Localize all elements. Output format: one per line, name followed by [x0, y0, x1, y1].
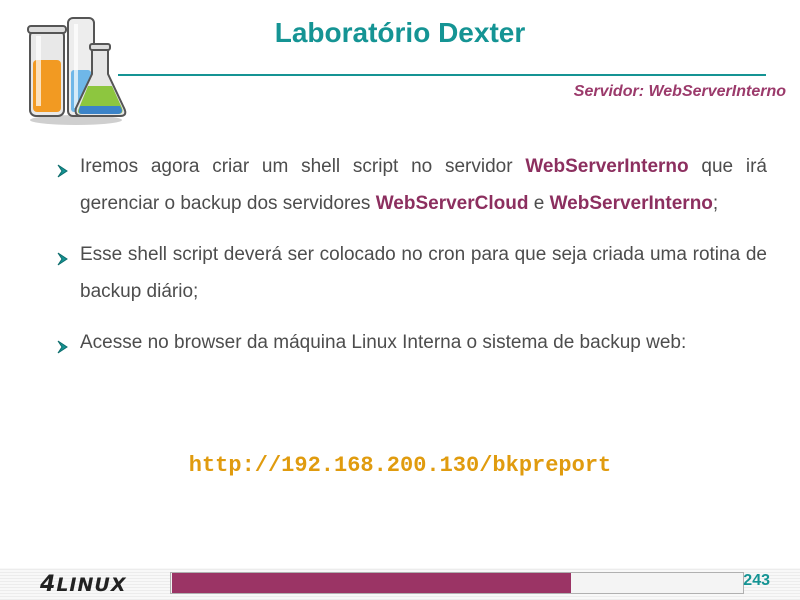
- lab-glassware-icon: [24, 8, 128, 126]
- footer: 4LINUX 243: [0, 568, 800, 600]
- brand-logo: 4LINUX: [40, 572, 127, 597]
- arrow-bullet-icon: [56, 243, 70, 266]
- server-name-highlight: WebServerInterno: [549, 193, 713, 214]
- server-label: Servidor: WebServerInterno: [573, 83, 786, 100]
- bullet-item: Iremos agora criar um shell script no se…: [56, 148, 767, 222]
- bullet-text: Iremos agora criar um shell script no se…: [80, 156, 767, 214]
- bullet-text: Acesse no browser da máquina Linux Inter…: [80, 332, 687, 353]
- bullet-list: Iremos agora criar um shell script no se…: [56, 148, 767, 375]
- page-title: Laboratório Dexter: [274, 17, 526, 48]
- title-divider: [118, 74, 766, 76]
- bullet-text: Esse shell script deverá ser colocado no…: [80, 244, 767, 302]
- progress-bar: [172, 573, 571, 593]
- backup-url-link[interactable]: http://192.168.200.130/bkpreport: [0, 453, 800, 478]
- bullet-item: Acesse no browser da máquina Linux Inter…: [56, 324, 767, 361]
- server-name-highlight: WebServerCloud: [375, 193, 529, 214]
- bullet-item: Esse shell script deverá ser colocado no…: [56, 236, 767, 310]
- server-name-highlight: WebServerInterno: [525, 156, 689, 177]
- arrow-bullet-icon: [56, 331, 70, 354]
- page-number: 243: [743, 572, 770, 589]
- arrow-bullet-icon: [56, 155, 70, 178]
